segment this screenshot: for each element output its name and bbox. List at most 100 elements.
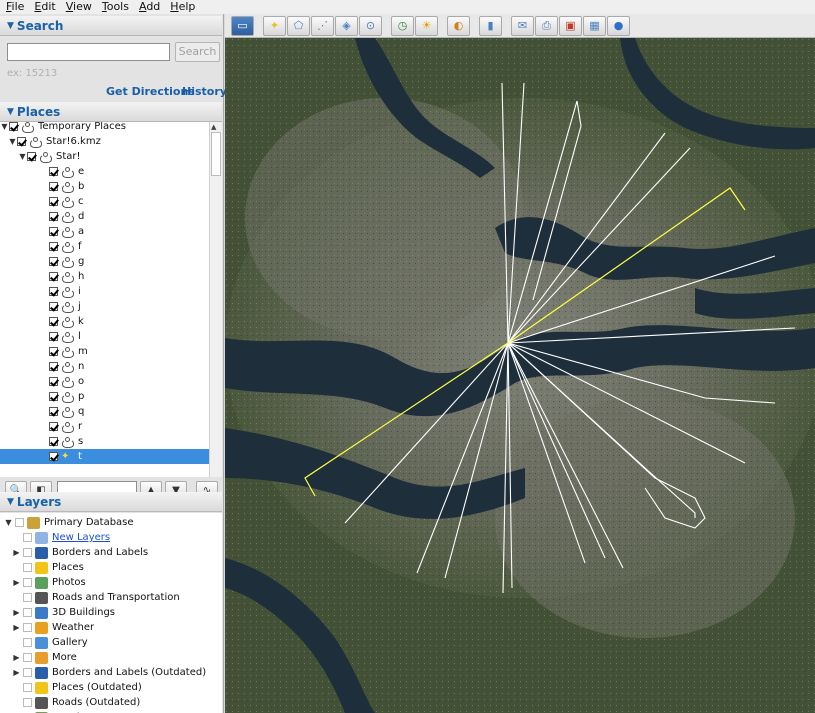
- visibility-checkbox[interactable]: [49, 272, 58, 281]
- tree-item-path-i[interactable]: i: [0, 284, 209, 299]
- save-image-button[interactable]: ▣: [559, 15, 582, 36]
- layer-item[interactable]: ▶ 3D Buildings: [0, 605, 222, 620]
- visibility-checkbox[interactable]: [49, 212, 58, 221]
- tree-item-path-m[interactable]: m: [0, 344, 209, 359]
- expand-triangle-icon[interactable]: ▶: [12, 668, 21, 677]
- visibility-checkbox[interactable]: [49, 377, 58, 386]
- view-in-maps-button[interactable]: ▦: [583, 15, 606, 36]
- search-button[interactable]: Search: [175, 42, 220, 62]
- menu-tools[interactable]: Tools: [102, 0, 129, 14]
- sidebar-toggle-button[interactable]: ▭: [231, 15, 254, 36]
- tree-item-path-r[interactable]: r: [0, 419, 209, 434]
- places-panel-header[interactable]: ▼ Places: [0, 102, 222, 122]
- layer-item[interactable]: ▶ Borders and Labels: [0, 545, 222, 560]
- earth-gallery-button[interactable]: ●: [607, 15, 630, 36]
- layer-checkbox[interactable]: [23, 623, 32, 632]
- visibility-checkbox[interactable]: [49, 242, 58, 251]
- scroll-up-arrow-icon[interactable]: ▲: [211, 123, 216, 131]
- menu-view[interactable]: View: [66, 0, 92, 14]
- historical-imagery-button[interactable]: ◷: [391, 15, 414, 36]
- tree-item-path-q[interactable]: q: [0, 404, 209, 419]
- layer-item[interactable]: Places (Outdated): [0, 680, 222, 695]
- layer-checkbox[interactable]: [23, 698, 32, 707]
- tree-item-path-o[interactable]: o: [0, 374, 209, 389]
- ruler-button[interactable]: ▮: [479, 15, 502, 36]
- layer-item[interactable]: ▶ Borders and Labels (Outdated): [0, 665, 222, 680]
- layer-item[interactable]: Places: [0, 560, 222, 575]
- tree-item-path-h[interactable]: h: [0, 269, 209, 284]
- tree-item-path-k[interactable]: k: [0, 314, 209, 329]
- switch-planet-button[interactable]: ◐: [447, 15, 470, 36]
- places-scrollbar[interactable]: ▲: [209, 122, 222, 477]
- search-input[interactable]: [7, 43, 170, 61]
- layer-item[interactable]: Roads (Outdated): [0, 695, 222, 710]
- tree-item-path-n[interactable]: n: [0, 359, 209, 374]
- visibility-checkbox[interactable]: [27, 152, 36, 161]
- expand-triangle-icon[interactable]: ▶: [12, 623, 21, 632]
- visibility-checkbox[interactable]: [49, 437, 58, 446]
- visibility-checkbox[interactable]: [9, 122, 18, 131]
- tree-item-temporary-places[interactable]: ▼ Temporary Places: [0, 122, 209, 134]
- layer-item[interactable]: Roads and Transportation: [0, 590, 222, 605]
- tree-item-path-b[interactable]: b: [0, 179, 209, 194]
- menu-file[interactable]: File: [6, 0, 24, 14]
- expand-triangle-icon[interactable]: ▼: [18, 152, 27, 161]
- tree-item-kmz[interactable]: ▼ Star!6.kmz: [0, 134, 209, 149]
- expand-triangle-icon[interactable]: ▶: [12, 608, 21, 617]
- menu-add[interactable]: Add: [139, 0, 160, 14]
- layer-checkbox[interactable]: [23, 533, 32, 542]
- tree-item-path-f[interactable]: f: [0, 239, 209, 254]
- layer-label[interactable]: New Layers: [52, 532, 110, 543]
- tree-item-path-s[interactable]: s: [0, 434, 209, 449]
- layer-checkbox[interactable]: [23, 638, 32, 647]
- scroll-thumb[interactable]: [211, 132, 221, 176]
- visibility-checkbox[interactable]: [49, 407, 58, 416]
- record-tour-button[interactable]: ⊙: [359, 15, 382, 36]
- sunlight-button[interactable]: ☀: [415, 15, 438, 36]
- layers-tree[interactable]: ▼ Primary Database New Layers ▶ Borders and …: [0, 513, 222, 713]
- expand-triangle-icon[interactable]: ▼: [0, 122, 9, 131]
- layer-checkbox[interactable]: [23, 683, 32, 692]
- expand-triangle-icon[interactable]: ▶: [12, 653, 21, 662]
- tree-item-path-t[interactable]: ✦ t: [0, 449, 209, 464]
- layer-item[interactable]: ▶ More: [0, 650, 222, 665]
- layer-checkbox[interactable]: [23, 578, 32, 587]
- layer-item[interactable]: ▶ Weather: [0, 620, 222, 635]
- layer-checkbox[interactable]: [23, 593, 32, 602]
- map-view[interactable]: [225, 38, 815, 713]
- expand-triangle-icon[interactable]: ▼: [8, 137, 17, 146]
- history-link[interactable]: History: [182, 85, 227, 98]
- visibility-checkbox[interactable]: [49, 362, 58, 371]
- layer-checkbox[interactable]: [23, 563, 32, 572]
- menu-help[interactable]: Help: [170, 0, 195, 14]
- visibility-checkbox[interactable]: [49, 332, 58, 341]
- tree-item-folder[interactable]: ▼ Star!: [0, 149, 209, 164]
- layer-item[interactable]: ▼ Primary Database: [0, 515, 222, 530]
- satellite-map[interactable]: [225, 38, 815, 713]
- visibility-checkbox[interactable]: [49, 257, 58, 266]
- tree-item-path-l[interactable]: l: [0, 329, 209, 344]
- layer-checkbox[interactable]: [23, 668, 32, 677]
- search-panel-header[interactable]: ▼ Search: [0, 16, 222, 36]
- layers-panel-header[interactable]: ▼ Layers: [0, 492, 222, 512]
- tree-item-path-a[interactable]: a: [0, 224, 209, 239]
- layer-item[interactable]: New Layers: [0, 530, 222, 545]
- print-button[interactable]: ⎙: [535, 15, 558, 36]
- add-path-button[interactable]: ⋰: [311, 15, 334, 36]
- visibility-checkbox[interactable]: [49, 197, 58, 206]
- visibility-checkbox[interactable]: [17, 137, 26, 146]
- expand-triangle-icon[interactable]: ▼: [4, 518, 13, 527]
- tree-item-path-p[interactable]: p: [0, 389, 209, 404]
- tree-item-path-g[interactable]: g: [0, 254, 209, 269]
- visibility-checkbox[interactable]: [49, 317, 58, 326]
- menu-edit[interactable]: Edit: [34, 0, 55, 14]
- add-polygon-button[interactable]: ⬠: [287, 15, 310, 36]
- layer-item[interactable]: Gallery: [0, 635, 222, 650]
- layer-item[interactable]: ▶ Photos: [0, 575, 222, 590]
- visibility-checkbox[interactable]: [49, 392, 58, 401]
- visibility-checkbox[interactable]: [49, 227, 58, 236]
- tree-item-path-j[interactable]: j: [0, 299, 209, 314]
- visibility-checkbox[interactable]: [49, 167, 58, 176]
- visibility-checkbox[interactable]: [49, 452, 58, 461]
- expand-triangle-icon[interactable]: ▶: [12, 548, 21, 557]
